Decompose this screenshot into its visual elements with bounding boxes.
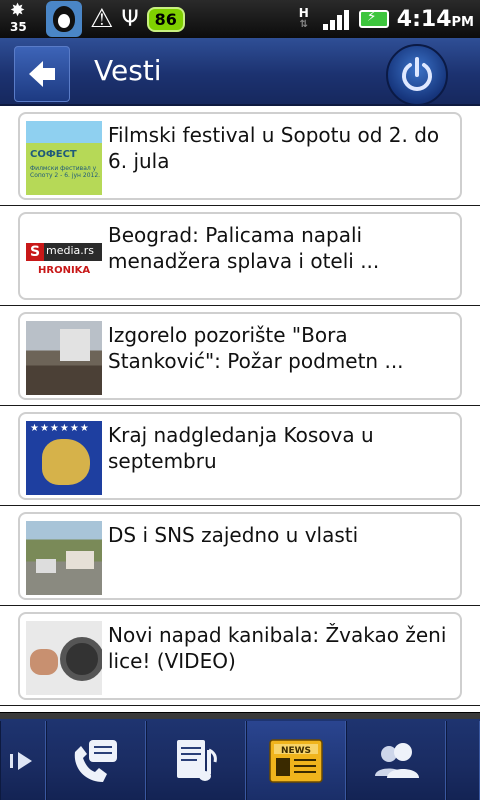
news-card[interactable]: DS i SNS zajedno u vlasti (18, 512, 462, 600)
list-item[interactable]: ★★★★★★ Kraj nadgledanja Kosova u septemb… (0, 406, 480, 506)
app-header: Vesti (0, 38, 480, 106)
dock-contacts-button[interactable] (346, 721, 446, 800)
usb-icon: Ψ (121, 6, 139, 32)
news-card[interactable]: Izgorelo pozorište "Bora Stanković": Pož… (18, 312, 462, 400)
network-type-label: H (298, 6, 309, 20)
battery-charging-icon (358, 9, 389, 28)
news-thumbnail (26, 621, 102, 695)
dock-call-log-button[interactable] (46, 721, 146, 800)
news-thumbnail: ★★★★★★ (26, 421, 102, 495)
news-thumbnail: СОФЕСТ Филмски фестивал у Сопоту 2 - 6. … (26, 121, 102, 195)
list-item[interactable]: СОФЕСТ Филмски фестивал у Сопоту 2 - 6. … (0, 106, 480, 206)
thumb-logo-text: СОФЕСТ (30, 149, 77, 160)
thumb-sub-text: Филмски фестивал у Сопоту 2 - 6. јун 201… (30, 165, 101, 179)
bottom-dock: NEWS (0, 712, 480, 800)
news-headline: DS i SNS zajedno u vlasti (108, 523, 359, 547)
news-thumbnail (26, 521, 102, 595)
penguin-app-icon (46, 1, 82, 37)
list-item[interactable]: Izgorelo pozorište "Bora Stanković": Pož… (0, 306, 480, 406)
dock-notes-music-button[interactable] (146, 721, 246, 800)
news-card[interactable]: S media.rs HRONIKA Beograd: Palicama nap… (18, 212, 462, 300)
thumb-media-text: media.rs (46, 244, 95, 257)
news-card[interactable]: ★★★★★★ Kraj nadgledanja Kosova u septemb… (18, 412, 462, 500)
news-icon-label: NEWS (281, 746, 311, 756)
weather-temp: 35 (10, 20, 27, 34)
newspaper-icon: NEWS (269, 739, 323, 783)
phone-message-icon (74, 740, 117, 782)
arrow-right-icon (10, 752, 32, 770)
arrow-left-icon (29, 61, 55, 87)
news-thumbnail (26, 321, 102, 395)
dock-more-button[interactable] (446, 721, 480, 800)
list-item[interactable]: Novi napad kanibala: Žvakao ženi lice! (… (0, 606, 480, 706)
thumb-hronika-text: HRONIKA (38, 265, 91, 276)
weather-icon: ✸ 35 (10, 0, 27, 35)
news-headline: Novi napad kanibala: Žvakao ženi lice! (… (108, 623, 447, 673)
people-icon (375, 743, 419, 778)
news-card[interactable]: Novi napad kanibala: Žvakao ženi lice! (… (18, 612, 462, 700)
status-bar: ✸ 35 ⚠ Ψ 86 H ⇅ 4:14PM (0, 0, 480, 38)
power-icon (402, 57, 432, 91)
news-thumbnail: S media.rs HRONIKA (26, 221, 102, 295)
news-list[interactable]: СОФЕСТ Филмски фестивал у Сопоту 2 - 6. … (0, 106, 480, 712)
list-item[interactable]: DS i SNS zajedno u vlasti (0, 506, 480, 606)
battery-badge: 86 (146, 6, 185, 32)
thumb-s-mark: S (26, 243, 44, 261)
list-item[interactable]: S media.rs HRONIKA Beograd: Palicama nap… (0, 206, 480, 306)
page-title: Vesti (94, 54, 162, 87)
back-button[interactable] (14, 46, 70, 102)
signal-icon (322, 8, 351, 30)
news-headline: Kraj nadgledanja Kosova u septembru (108, 423, 374, 473)
news-headline: Beograd: Palicama napali menadžera splav… (108, 223, 380, 273)
news-headline: Izgorelo pozorište "Bora Stanković": Pož… (108, 323, 404, 373)
thumb-stars: ★★★★★★ (30, 423, 90, 434)
notes-music-icon (177, 740, 217, 781)
clock-ampm: PM (451, 14, 474, 30)
network-type-icon: H ⇅ (293, 7, 315, 31)
warning-icon: ⚠ (90, 4, 114, 34)
news-card[interactable]: СОФЕСТ Филмски фестивал у Сопоту 2 - 6. … (18, 112, 462, 200)
dock-news-button[interactable]: NEWS (246, 721, 346, 800)
clock-time: 4:14 (396, 6, 452, 32)
news-headline: Filmski festival u Sopotu od 2. do 6. ju… (108, 123, 440, 173)
clock: 4:14PM (397, 7, 474, 32)
power-button[interactable] (386, 44, 448, 106)
dock-expand-button[interactable] (0, 721, 46, 800)
